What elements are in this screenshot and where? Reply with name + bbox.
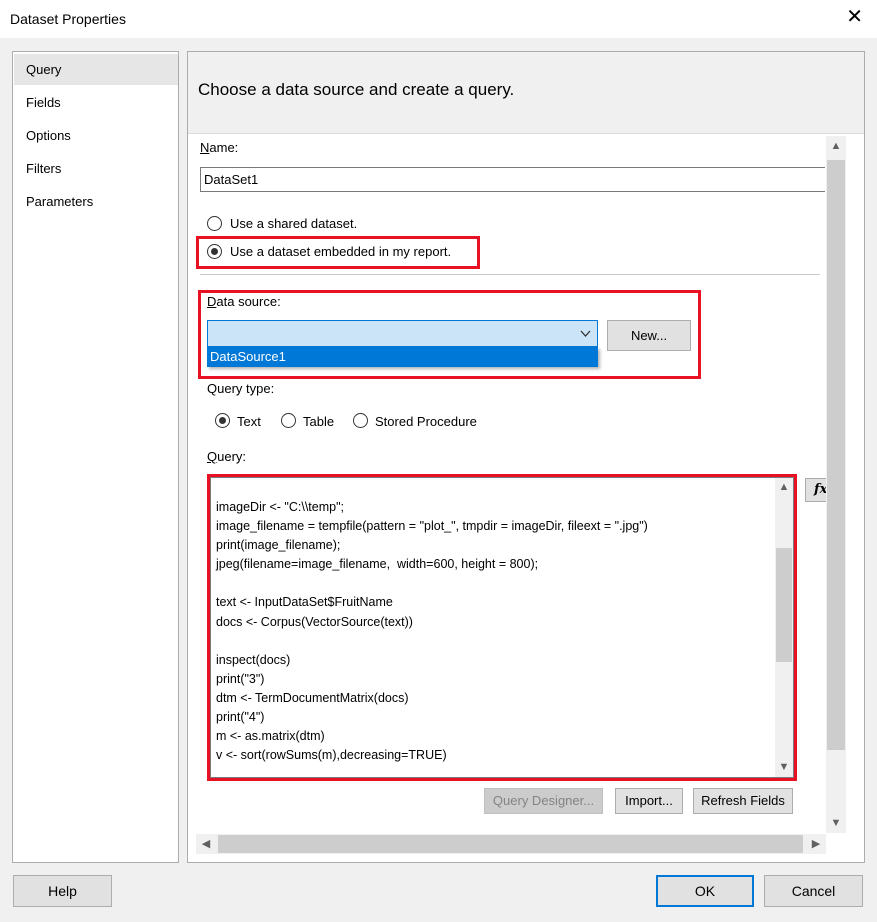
panel-scroll-down-icon[interactable]: ▼ — [826, 817, 846, 829]
new-button-label: New... — [630, 328, 668, 343]
name-value: DataSet1 — [204, 172, 259, 187]
query-line — [216, 632, 648, 651]
sidebar-item-parameters[interactable]: Parameters — [14, 186, 178, 217]
query-label: Query: — [207, 449, 247, 464]
refresh-fields-button[interactable]: Refresh Fields — [693, 788, 793, 814]
query-type-text-label: Text — [237, 414, 261, 429]
expression-fx-button[interactable]: fx — [805, 478, 827, 502]
new-data-source-button[interactable]: New... — [607, 320, 691, 351]
cancel-label: Cancel — [791, 883, 836, 899]
query-line: dtm <- TermDocumentMatrix(docs) — [216, 690, 409, 705]
query-scrollbar[interactable]: ▲ ▼ — [775, 478, 793, 777]
scroll-left-icon[interactable]: ◀ — [196, 837, 216, 850]
query-line — [216, 574, 648, 593]
scroll-up-icon[interactable]: ▲ — [774, 481, 793, 493]
query-line: docs <- Corpus(VectorSource(text)) — [216, 614, 413, 629]
title-bar: Dataset Properties ✕ — [0, 0, 877, 38]
query-line: jpeg(filename=image_filename, width=600,… — [216, 557, 539, 572]
query-designer-label: Query Designer... — [492, 793, 595, 808]
query-line: print("4") — [216, 710, 265, 725]
sidebar-item-fields[interactable]: Fields — [14, 87, 178, 118]
panel-hscroll-thumb[interactable] — [218, 835, 803, 853]
name-field[interactable]: DataSet1 — [200, 167, 825, 192]
main-panel: Choose a data source and create a query.… — [187, 51, 865, 863]
query-type-label: Query type: — [207, 381, 275, 396]
import-button[interactable]: Import... — [615, 788, 683, 814]
sidebar-item-filters[interactable]: Filters — [14, 153, 178, 184]
sidebar-item-options[interactable]: Options — [14, 120, 178, 151]
query-line: print(image_filename); — [216, 538, 341, 553]
panel-vertical-scrollbar[interactable]: ▲ ▼ — [826, 136, 846, 833]
scroll-right-icon[interactable]: ▶ — [806, 837, 826, 850]
refresh-fields-label: Refresh Fields — [701, 793, 785, 808]
radio-shared-label: Use a shared dataset. — [230, 216, 358, 231]
data-source-option[interactable]: DataSource1 — [207, 347, 598, 367]
radio-shared-dataset[interactable] — [207, 216, 222, 231]
scroll-down-icon[interactable]: ▼ — [774, 761, 793, 773]
radio-embedded-dataset[interactable] — [207, 244, 222, 259]
ok-label: OK — [694, 883, 716, 899]
separator — [200, 274, 820, 275]
query-line: text <- InputDataSet$FruitName — [216, 595, 393, 610]
panel-scroll-thumb[interactable] — [827, 160, 845, 750]
query-designer-button[interactable]: Query Designer... — [484, 788, 603, 814]
query-line: m <- as.matrix(dtm) — [216, 729, 325, 744]
data-source-label: Data source: — [207, 294, 281, 309]
radio-query-type-text[interactable] — [215, 413, 230, 428]
help-button[interactable]: Help — [13, 875, 112, 907]
panel-header: Choose a data source and create a query. — [188, 52, 864, 134]
ok-button[interactable]: OK — [656, 875, 754, 907]
radio-embedded-label: Use a dataset embedded in my report. — [230, 244, 452, 259]
chevron-down-icon[interactable] — [580, 330, 591, 338]
panel-horizontal-scrollbar[interactable]: ◀ ▶ — [196, 834, 826, 854]
query-line: imageDir <- "C:\\temp"; — [216, 500, 345, 514]
query-line: image_filename = tempfile(pattern = "plo… — [216, 519, 648, 534]
radio-query-type-stored-procedure[interactable] — [353, 413, 368, 428]
query-type-stored-label: Stored Procedure — [375, 414, 477, 429]
help-label: Help — [48, 883, 77, 899]
radio-query-type-table[interactable] — [281, 413, 296, 428]
query-editor[interactable]: imageDir <- "C:\\temp"; image_filename = … — [210, 477, 794, 778]
panel-header-text: Choose a data source and create a query. — [198, 80, 515, 99]
close-icon[interactable]: ✕ — [846, 7, 863, 27]
query-line: print("3") — [216, 671, 265, 686]
window-title: Dataset Properties — [10, 11, 126, 27]
cancel-button[interactable]: Cancel — [764, 875, 863, 907]
query-scroll-thumb[interactable] — [776, 548, 792, 662]
query-line: inspect(docs) — [216, 652, 291, 667]
data-source-combo[interactable] — [207, 320, 598, 347]
sidebar-item-query[interactable]: Query — [14, 54, 178, 85]
query-text: imageDir <- "C:\\temp"; image_filename = … — [216, 498, 648, 765]
query-type-table-label: Table — [303, 414, 335, 429]
query-line: v <- sort(rowSums(m),decreasing=TRUE) — [216, 748, 447, 763]
import-label: Import... — [625, 793, 673, 808]
sidebar-nav: Query Fields Options Filters Parameters — [12, 51, 179, 863]
name-label: Name: — [200, 140, 239, 155]
panel-scroll-up-icon[interactable]: ▲ — [826, 140, 846, 152]
